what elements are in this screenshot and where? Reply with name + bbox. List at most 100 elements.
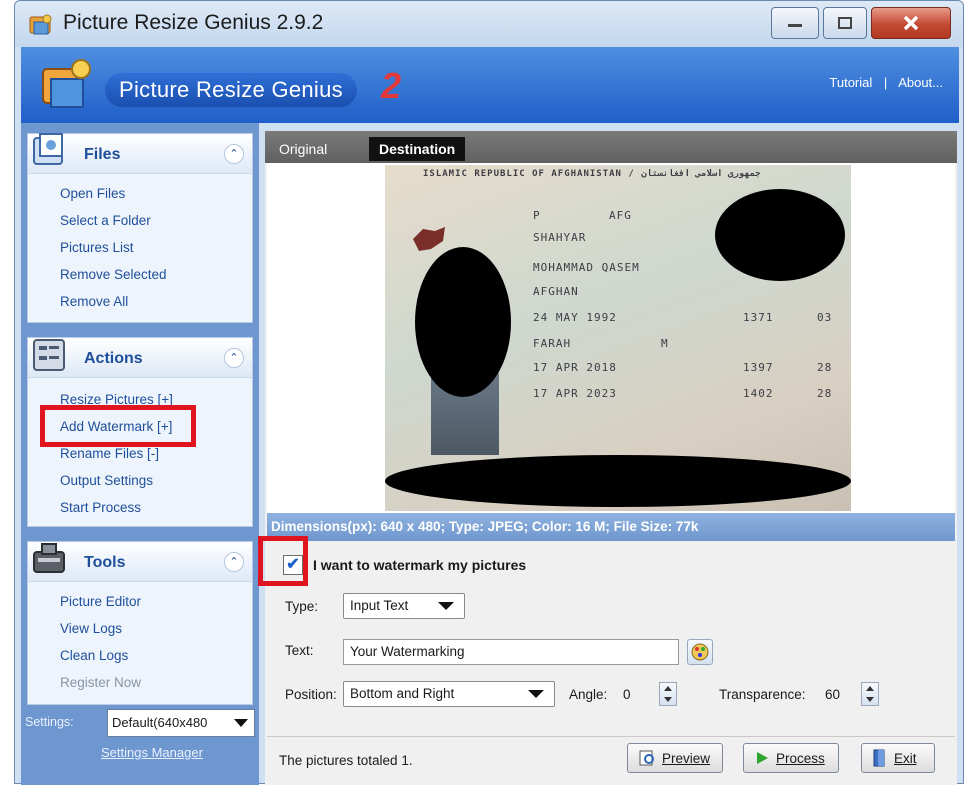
palette-icon <box>691 643 709 661</box>
passport-country: AFG <box>609 209 632 222</box>
preview-button-label: Preview <box>662 750 711 766</box>
text-label: Text: <box>285 643 314 658</box>
type-label: Type: <box>285 599 319 614</box>
sidebar: Files ⌃ Open Files Select a Folder Pictu… <box>21 123 259 785</box>
about-link[interactable]: About... <box>898 75 943 90</box>
collapse-icon[interactable]: ⌃ <box>224 144 244 164</box>
close-icon <box>903 15 919 31</box>
collapse-icon[interactable]: ⌃ <box>224 552 244 572</box>
watermark-checkbox-label: I want to watermark my pictures <box>313 557 527 573</box>
sidebar-item-pictures-list[interactable]: Pictures List <box>60 240 252 267</box>
transparence-value[interactable]: 60 <box>825 687 840 702</box>
files-group-title: Files <box>84 146 121 163</box>
position-select-value: Bottom and Right <box>350 686 455 701</box>
watermark-options: ✔ I want to watermark my pictures Type: … <box>267 541 955 737</box>
title-bar: Picture Resize Genius 2.9.2 <box>15 1 963 47</box>
minimize-button[interactable] <box>771 7 819 39</box>
link-separator: | <box>883 75 888 90</box>
files-group: Files ⌃ Open Files Select a Folder Pictu… <box>27 133 253 323</box>
angle-label: Angle: <box>569 687 608 702</box>
sidebar-item-view-logs[interactable]: View Logs <box>60 621 252 648</box>
tools-group-header[interactable]: Tools ⌃ <box>28 542 252 582</box>
highlight-watermark-checkbox <box>258 536 308 586</box>
minimize-icon <box>788 24 802 27</box>
position-label: Position: <box>285 687 337 702</box>
angle-spinner[interactable] <box>659 682 677 706</box>
exit-button-label: Exit <box>894 750 917 766</box>
sidebar-item-remove-selected[interactable]: Remove Selected <box>60 267 252 294</box>
sidebar-item-open-files[interactable]: Open Files <box>60 186 252 213</box>
passport-issue-date: 17 APR 2018 <box>533 361 617 374</box>
app-window: Picture Resize Genius 2.9.2 Picture Resi… <box>14 0 964 785</box>
process-button[interactable]: Process <box>743 743 839 773</box>
sidebar-item-picture-editor[interactable]: Picture Editor <box>60 594 252 621</box>
actions-group-header[interactable]: Actions ⌃ <box>28 338 252 378</box>
sidebar-item-select-folder[interactable]: Select a Folder <box>60 213 252 240</box>
font-settings-button[interactable] <box>687 639 713 665</box>
sidebar-item-output-settings[interactable]: Output Settings <box>60 473 252 500</box>
files-group-header[interactable]: Files ⌃ <box>28 133 252 174</box>
sidebar-item-remove-all[interactable]: Remove All <box>60 294 252 321</box>
highlight-add-watermark <box>40 405 196 447</box>
tools-group: Tools ⌃ Picture Editor View Logs Clean L… <box>27 541 253 705</box>
passport-dob-local-year: 1371 <box>743 311 774 324</box>
tools-icon <box>33 543 65 573</box>
chevron-down-icon <box>234 719 248 727</box>
tab-original[interactable]: Original <box>271 139 335 159</box>
passport-dob-local-day: 03 <box>817 311 833 324</box>
collapse-icon[interactable]: ⌃ <box>224 348 244 368</box>
banner-version: 2 <box>381 65 402 106</box>
actions-group-title: Actions <box>84 350 143 367</box>
sidebar-item-rename-files[interactable]: Rename Files [-] <box>60 446 252 473</box>
status-text: The pictures totaled 1. <box>279 753 413 768</box>
app-banner: Picture Resize Genius 2 Tutorial | About… <box>21 47 959 123</box>
chevron-down-icon <box>528 690 544 698</box>
banner-links: Tutorial | About... <box>829 75 943 90</box>
sidebar-item-clean-logs[interactable]: Clean Logs <box>60 648 252 675</box>
maximize-icon <box>838 17 852 29</box>
settings-select-value: Default(640x480 <box>112 715 208 730</box>
transparence-spinner[interactable] <box>861 682 879 706</box>
preview-icon <box>639 750 654 766</box>
close-button[interactable] <box>871 7 951 39</box>
watermark-text-value: Your Watermarking <box>350 644 465 659</box>
logo-icon <box>42 59 91 108</box>
exit-button[interactable]: Exit <box>861 743 935 773</box>
type-select-value: Input Text <box>350 598 409 613</box>
main-panel: Original Destination ISLAMIC REPUBLIC OF… <box>265 131 957 785</box>
process-button-label: Process <box>776 750 825 766</box>
passport-issue-local-day: 28 <box>817 361 833 374</box>
sidebar-item-start-process[interactable]: Start Process <box>60 500 252 527</box>
maximize-button[interactable] <box>823 7 867 39</box>
tutorial-link[interactable]: Tutorial <box>829 75 872 90</box>
map-emblem-icon <box>413 227 445 251</box>
exit-door-icon <box>873 749 885 767</box>
sidebar-item-register-now[interactable]: Register Now <box>60 675 252 702</box>
tab-destination[interactable]: Destination <box>369 137 466 161</box>
watermark-text-input[interactable]: Your Watermarking <box>343 639 679 665</box>
app-icon <box>29 14 52 35</box>
redaction-face <box>415 247 511 397</box>
image-info-bar: Dimensions(px): 640 x 480; Type: JPEG; C… <box>267 513 955 541</box>
passport-expiry-local-day: 28 <box>817 387 833 400</box>
passport-issue-local-year: 1397 <box>743 361 774 374</box>
type-select[interactable]: Input Text <box>343 593 465 619</box>
banner-app-name: Picture Resize Genius <box>105 73 357 107</box>
angle-value[interactable]: 0 <box>623 687 631 702</box>
passport-type: P <box>533 209 541 222</box>
passport-sex: M <box>661 337 669 350</box>
position-select[interactable]: Bottom and Right <box>343 681 555 707</box>
preview-tabs: Original Destination <box>265 131 957 163</box>
settings-label: Settings: <box>25 715 74 729</box>
passport-expiry-date: 17 APR 2023 <box>533 387 617 400</box>
passport-birthplace: FARAH <box>533 337 572 350</box>
settings-select[interactable]: Default(640x480 <box>107 709 255 737</box>
preview-button[interactable]: Preview <box>627 743 723 773</box>
actions-icon <box>33 339 65 371</box>
passport-expiry-local-year: 1402 <box>743 387 774 400</box>
passport-header-text: ISLAMIC REPUBLIC OF AFGHANISTAN / جمهوری… <box>423 169 761 179</box>
image-preview: ISLAMIC REPUBLIC OF AFGHANISTAN / جمهوری… <box>267 163 955 513</box>
settings-manager-link[interactable]: Settings Manager <box>101 745 203 760</box>
redaction-ghost-image <box>715 189 845 281</box>
window-title: Picture Resize Genius 2.9.2 <box>63 11 324 34</box>
